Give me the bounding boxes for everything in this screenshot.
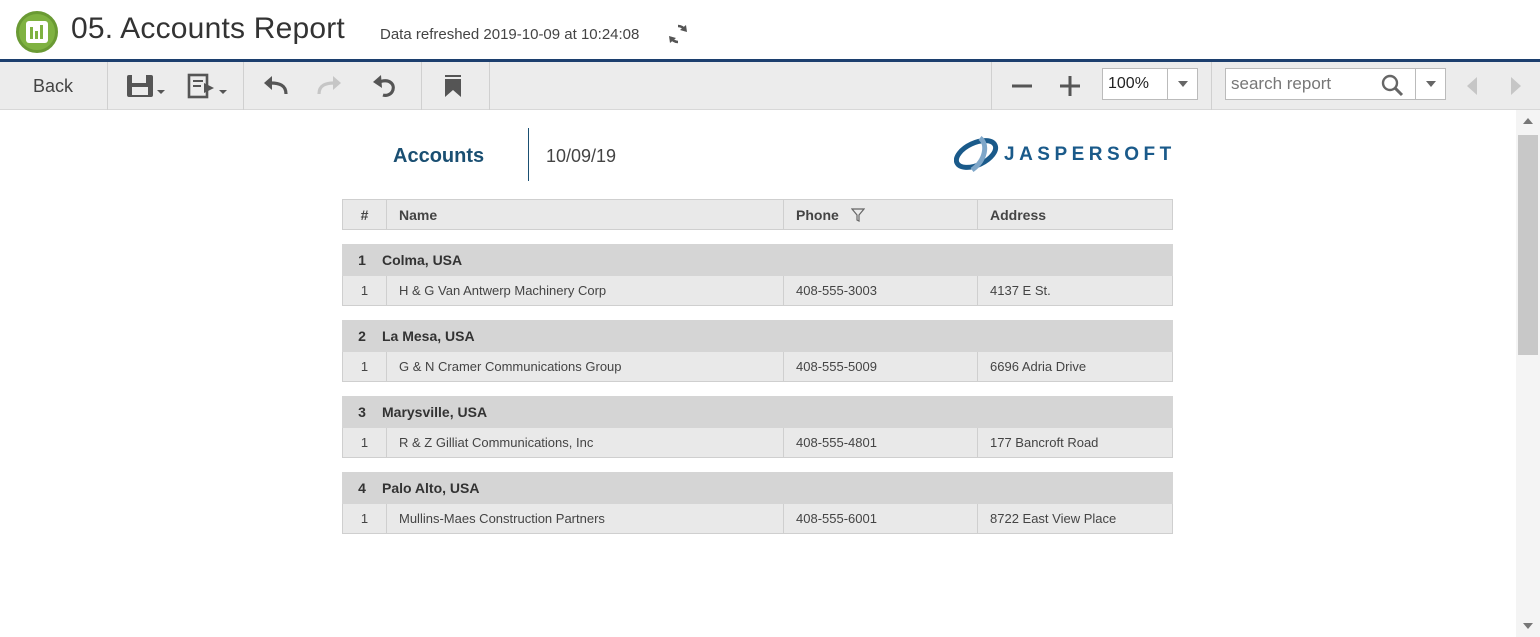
group-number: 4	[358, 480, 366, 496]
zoom-out-button[interactable]	[1002, 62, 1042, 110]
row-address: 177 Bancroft Road	[990, 435, 1099, 450]
redo-button[interactable]	[310, 62, 350, 110]
minus-icon	[1012, 84, 1032, 88]
report-viewer: Accounts 10/09/19 JASPERSOFT # Name Phon…	[0, 110, 1516, 637]
undo-all-button[interactable]	[365, 62, 405, 110]
row-number: 1	[343, 352, 387, 381]
redo-icon	[317, 76, 341, 95]
filter-icon[interactable]	[850, 207, 865, 222]
app-header: 05. Accounts Report Data refreshed 2019-…	[0, 0, 1540, 62]
undo-icon	[264, 76, 288, 95]
zoom-dropdown-button[interactable]	[1167, 69, 1197, 99]
vertical-scrollbar[interactable]	[1516, 110, 1540, 637]
chevron-right-icon	[1511, 77, 1521, 95]
save-icon	[127, 75, 165, 97]
plus-icon	[1060, 76, 1080, 96]
zoom-input[interactable]	[1103, 69, 1169, 99]
column-header-name: Name	[387, 200, 784, 229]
search-next-button[interactable]	[1500, 62, 1532, 110]
back-button[interactable]: Back	[0, 62, 106, 110]
bookmark-icon	[445, 75, 461, 97]
group-label: La Mesa, USA	[382, 328, 475, 344]
column-header-number: #	[343, 200, 387, 229]
save-button[interactable]	[120, 62, 170, 110]
scroll-thumb[interactable]	[1518, 135, 1538, 355]
table-row: 1 Mullins-Maes Construction Partners 408…	[342, 504, 1173, 534]
export-icon	[187, 73, 227, 99]
row-phone: 408-555-5009	[784, 352, 978, 381]
refresh-icon[interactable]	[666, 22, 690, 46]
group-la-mesa: 2 La Mesa, USA 1 G & N Cramer Communicat…	[342, 320, 1173, 382]
table-row: 1 H & G Van Antwerp Machinery Corp 408-5…	[342, 276, 1173, 306]
chevron-down-icon	[1425, 81, 1436, 87]
row-number: 1	[343, 428, 387, 457]
scroll-down-icon[interactable]	[1523, 623, 1533, 629]
report-date: 10/09/19	[546, 146, 617, 166]
row-phone: 408-555-6001	[784, 504, 978, 533]
report-title: 05. Accounts Report	[71, 12, 345, 45]
report-icon	[16, 11, 58, 53]
group-number: 3	[358, 404, 366, 420]
row-address: 6696 Adria Drive	[990, 359, 1087, 374]
undo-button[interactable]	[255, 62, 295, 110]
group-palo-alto: 4 Palo Alto, USA 1 Mullins-Maes Construc…	[342, 472, 1173, 534]
row-address: 8722 East View Place	[990, 511, 1117, 526]
jaspersoft-logo: JASPERSOFT	[954, 134, 1171, 174]
search-report[interactable]	[1225, 68, 1446, 100]
group-marysville: 3 Marysville, USA 1 R & Z Gilliat Commun…	[342, 396, 1173, 458]
group-header: 1 Colma, USA	[342, 244, 1173, 276]
search-input[interactable]	[1226, 69, 1376, 99]
column-header-address: Address	[990, 206, 1047, 223]
zoom-selector[interactable]	[1102, 68, 1198, 100]
logo-mark-icon	[954, 136, 999, 173]
bookmarks-button[interactable]	[433, 62, 473, 110]
undo-all-icon	[373, 75, 395, 97]
accounts-table: # Name Phone Address 1 Colma, USA 1 H & …	[342, 199, 1173, 534]
group-number: 1	[358, 252, 366, 268]
group-colma: 1 Colma, USA 1 H & G Van Antwerp Machine…	[342, 244, 1173, 306]
group-label: Palo Alto, USA	[382, 480, 480, 496]
search-prev-button[interactable]	[1456, 62, 1488, 110]
row-number: 1	[343, 504, 387, 533]
group-header: 2 La Mesa, USA	[342, 320, 1173, 352]
column-header-phone[interactable]: Phone	[784, 200, 978, 229]
export-button[interactable]	[182, 62, 232, 110]
heading-divider	[528, 128, 529, 181]
chevron-down-icon	[1177, 81, 1188, 87]
row-phone: 408-555-4801	[784, 428, 978, 457]
table-row: 1 R & Z Gilliat Communications, Inc 408-…	[342, 428, 1173, 458]
logo-text: JASPERSOFT	[1004, 144, 1176, 165]
search-options-button[interactable]	[1415, 69, 1445, 99]
table-header: # Name Phone Address	[342, 199, 1173, 230]
row-name: H & G Van Antwerp Machinery Corp	[387, 276, 784, 305]
row-name: R & Z Gilliat Communications, Inc	[387, 428, 784, 457]
row-number: 1	[343, 276, 387, 305]
refresh-status: Data refreshed 2019-10-09 at 10:24:08	[380, 26, 640, 43]
column-header-phone-label: Phone	[796, 206, 839, 223]
scroll-up-icon[interactable]	[1523, 118, 1533, 124]
search-icon[interactable]	[1380, 73, 1404, 97]
zoom-in-button[interactable]	[1050, 62, 1090, 110]
table-row: 1 G & N Cramer Communications Group 408-…	[342, 352, 1173, 382]
group-header: 3 Marysville, USA	[342, 396, 1173, 428]
row-name: G & N Cramer Communications Group	[387, 352, 784, 381]
row-address: 4137 E St.	[990, 283, 1051, 298]
chevron-left-icon	[1467, 77, 1477, 95]
report-heading: Accounts	[393, 145, 485, 167]
group-label: Colma, USA	[382, 252, 463, 268]
group-header: 4 Palo Alto, USA	[342, 472, 1173, 504]
group-label: Marysville, USA	[382, 404, 488, 420]
group-number: 2	[358, 328, 366, 344]
row-name: Mullins-Maes Construction Partners	[387, 504, 784, 533]
row-phone: 408-555-3003	[784, 276, 978, 305]
